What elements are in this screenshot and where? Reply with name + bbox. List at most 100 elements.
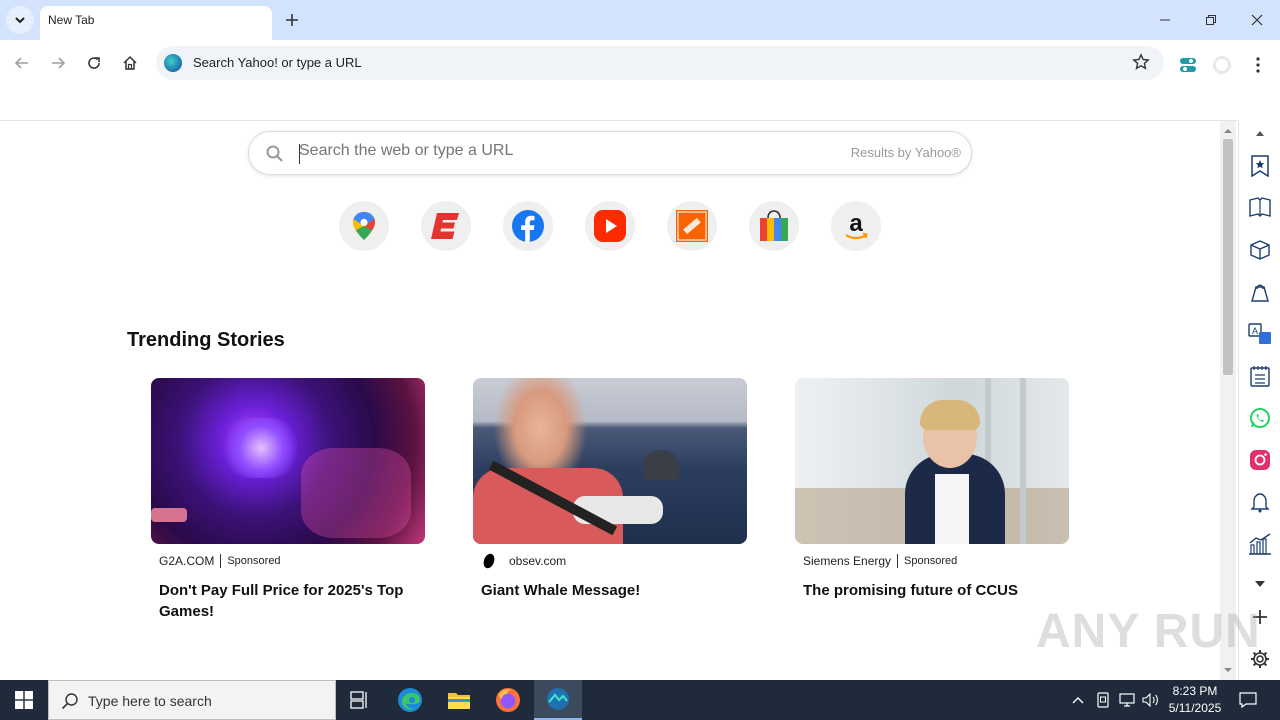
shortcut-youtube[interactable] (585, 201, 635, 251)
close-button[interactable] (1234, 0, 1280, 40)
web-search-input[interactable] (299, 142, 819, 160)
restore-icon (1206, 15, 1216, 25)
youtube-icon (594, 210, 626, 242)
page-scrollbar[interactable] (1220, 121, 1236, 680)
taskbar-search-box[interactable]: Type here to search (48, 680, 336, 720)
sidebar-notes[interactable] (1248, 364, 1272, 388)
taskbar-file-explorer[interactable] (435, 680, 483, 720)
windows-logo-icon (15, 691, 33, 709)
taskbar-edge[interactable] (386, 680, 434, 720)
sidebar-collapse-icon[interactable] (1255, 129, 1265, 137)
forward-button[interactable] (42, 47, 74, 79)
tab-title: New Tab (48, 13, 95, 27)
tab-search-button[interactable] (6, 6, 34, 34)
browser-menu-button[interactable] (1245, 52, 1271, 78)
tray-volume-button[interactable] (1140, 680, 1162, 720)
extension-button[interactable] (1175, 52, 1201, 78)
story-card[interactable]: obsev.com Giant Whale Message! (473, 378, 747, 601)
tray-network-button[interactable] (1116, 680, 1138, 720)
sidebar-stocks[interactable] (1248, 532, 1272, 556)
tab-strip: New Tab (0, 0, 1280, 40)
story-title[interactable]: The promising future of CCUS (795, 580, 1069, 601)
results-by-label: Results by Yahoo® (850, 145, 961, 160)
folder-icon (448, 693, 470, 709)
taskbar-clock[interactable]: 8:23 PM 5/11/2025 (1160, 683, 1230, 717)
task-view-icon (350, 691, 367, 709)
speaker-icon (1142, 693, 1158, 707)
shortcut-espn[interactable] (421, 201, 471, 251)
maps-pin-icon (353, 212, 375, 240)
sidebar-shopping[interactable] (1248, 280, 1272, 304)
plus-icon (286, 14, 298, 26)
bookmark-star-icon (1251, 155, 1269, 177)
restore-button[interactable] (1188, 0, 1234, 40)
book-icon (1249, 197, 1271, 217)
sidebar-whatsapp[interactable] (1248, 406, 1272, 430)
web-search-box[interactable]: Results by Yahoo® (248, 131, 972, 175)
shortcut-google-maps[interactable] (339, 201, 389, 251)
browser-app-icon (547, 688, 569, 710)
shortcut-amazon[interactable]: a (831, 201, 881, 251)
reload-button[interactable] (78, 47, 110, 79)
browser-toolbar: Search Yahoo! or type a URL (0, 40, 1280, 86)
svg-text:A: A (1252, 326, 1258, 336)
notification-icon (1239, 692, 1257, 708)
minimize-button[interactable] (1142, 0, 1188, 40)
watermark: ANY RUN (1036, 605, 1261, 658)
meta-separator (220, 554, 222, 568)
chevron-down-icon (15, 17, 25, 24)
translate-icon: A (1248, 323, 1271, 344)
bookmark-star-button[interactable] (1132, 53, 1152, 73)
side-panel: A (1238, 121, 1280, 680)
sidebar-more[interactable] (1248, 572, 1272, 596)
shortcut-home-depot[interactable] (667, 201, 717, 251)
sidebar-instagram[interactable] (1248, 448, 1272, 472)
sidebar-reading-list[interactable] (1248, 196, 1272, 220)
sidebar-translate[interactable]: A (1248, 322, 1272, 346)
story-meta: G2A.COM Sponsored (151, 552, 425, 570)
start-button[interactable] (0, 680, 48, 720)
shopping-bag-icon (760, 210, 788, 241)
facebook-icon (512, 210, 544, 242)
new-tab-button[interactable] (280, 8, 304, 32)
close-icon (1251, 14, 1263, 26)
back-button[interactable] (6, 47, 38, 79)
story-card[interactable]: Siemens Energy Sponsored The promising f… (795, 378, 1069, 601)
task-view-button[interactable] (336, 680, 384, 720)
story-title[interactable]: Don't Pay Full Price for 2025's Top Game… (151, 580, 425, 622)
tray-overflow-button[interactable] (1068, 680, 1088, 720)
tab-new-tab[interactable]: New Tab (40, 6, 272, 40)
package-box-icon (1250, 240, 1270, 260)
svg-text:a: a (849, 210, 863, 237)
chart-icon (1249, 533, 1271, 555)
search-icon (266, 145, 283, 162)
shortcut-shopping[interactable] (749, 201, 799, 251)
shopping-tag-icon (1251, 284, 1269, 302)
taskbar-firefox[interactable] (484, 680, 532, 720)
instagram-icon (1250, 450, 1270, 470)
taskbar-browser-active[interactable] (534, 680, 582, 720)
profile-button[interactable] (1209, 52, 1235, 78)
bell-icon (1250, 493, 1270, 513)
device-icon (1097, 692, 1109, 708)
address-bar[interactable]: Search Yahoo! or type a URL (156, 46, 1164, 80)
tray-device-button[interactable] (1092, 680, 1114, 720)
meta-separator (897, 554, 899, 568)
sidebar-bookmarks[interactable] (1248, 154, 1272, 178)
extension-toggle-icon (1180, 58, 1196, 72)
home-button[interactable] (114, 47, 146, 79)
edge-icon (398, 688, 422, 712)
whatsapp-icon (1250, 408, 1270, 428)
story-card[interactable]: G2A.COM Sponsored Don't Pay Full Price f… (151, 378, 425, 622)
sidebar-notifications[interactable] (1248, 490, 1272, 514)
new-tab-page: Results by Yahoo® a Trending Stories (0, 121, 1220, 680)
shortcut-facebook[interactable] (503, 201, 553, 251)
source-logo-icon (483, 553, 495, 569)
checklist-icon (1250, 366, 1270, 387)
sidebar-package[interactable] (1248, 238, 1272, 262)
scrollbar-thumb[interactable] (1223, 139, 1233, 375)
home-icon (123, 55, 137, 70)
notification-center-button[interactable] (1234, 680, 1262, 720)
story-image (795, 378, 1069, 544)
story-title[interactable]: Giant Whale Message! (473, 580, 747, 601)
